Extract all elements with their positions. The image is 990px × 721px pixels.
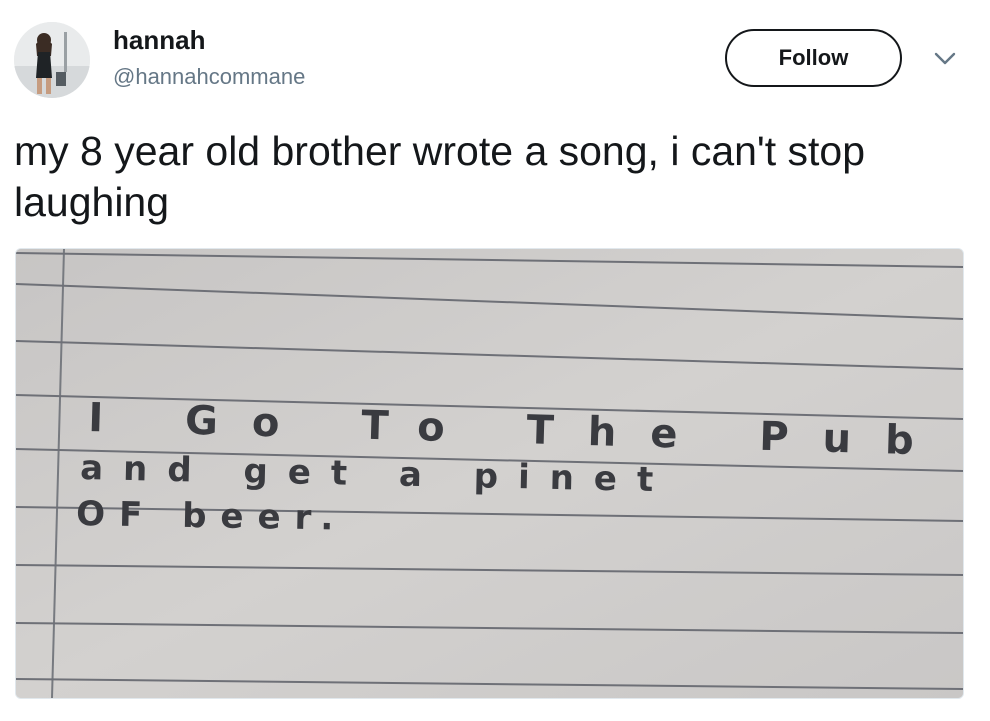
user-handle[interactable]: @hannahcommane: [113, 64, 305, 90]
avatar[interactable]: [14, 22, 90, 98]
lined-paper-photo: I Go To The Pub and get a pinet OF beer.: [16, 249, 963, 698]
profile-photo-icon: [14, 22, 90, 98]
follow-button[interactable]: Follow: [725, 29, 902, 87]
tweet-text: my 8 year old brother wrote a song, i ca…: [14, 128, 866, 225]
display-name[interactable]: hannah: [113, 25, 205, 56]
more-menu-button[interactable]: [932, 48, 958, 68]
handwriting-line-3: OF beer.: [76, 494, 348, 539]
chevron-down-icon: [934, 52, 956, 65]
tweet-media-photo[interactable]: I Go To The Pub and get a pinet OF beer.: [15, 248, 964, 699]
